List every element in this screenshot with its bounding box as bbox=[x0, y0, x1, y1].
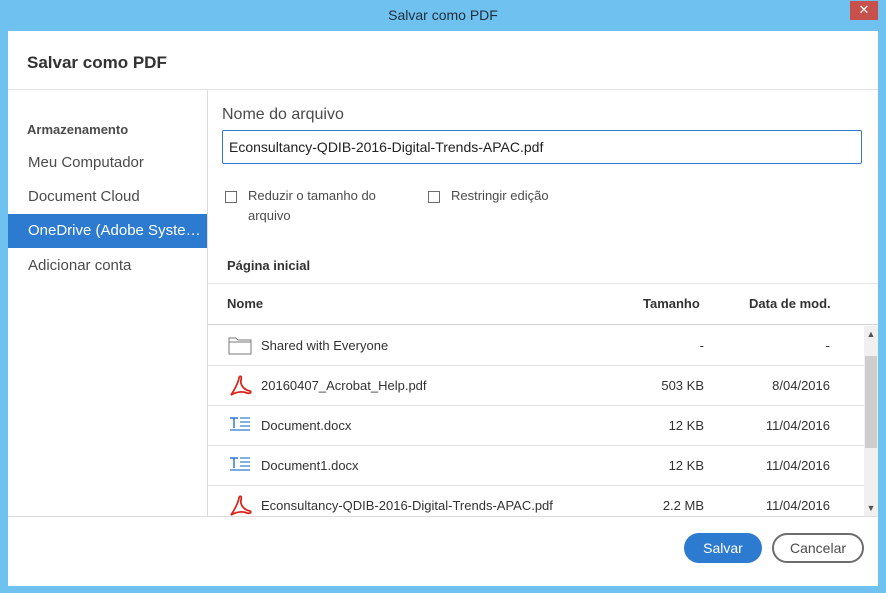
table-row[interactable]: Document.docx 12 KB 11/04/2016 bbox=[208, 406, 864, 446]
table-row[interactable]: Econsultancy-QDIB-2016-Digital-Trends-AP… bbox=[208, 486, 864, 516]
folder-icon bbox=[228, 335, 252, 357]
sidebar-item-document-cloud[interactable]: Document Cloud bbox=[8, 180, 207, 214]
dialog-header: Salvar como PDF bbox=[8, 31, 878, 90]
file-date: - bbox=[825, 338, 830, 353]
file-name: Econsultancy-QDIB-2016-Digital-Trends-AP… bbox=[261, 498, 553, 513]
file-name: Document1.docx bbox=[261, 458, 359, 473]
sidebar-item-onedrive[interactable]: OneDrive (Adobe Systems) bbox=[8, 214, 207, 248]
table-row[interactable]: 20160407_Acrobat_Help.pdf 503 KB 8/04/20… bbox=[208, 366, 864, 406]
reduce-size-label-line2: arquivo bbox=[248, 208, 291, 223]
file-list: Shared with Everyone - - 20160407_Acroba… bbox=[208, 326, 864, 516]
reduce-size-checkbox[interactable] bbox=[225, 191, 237, 203]
reduce-size-label-line1: Reduzir o tamanho do bbox=[248, 188, 376, 203]
file-name: 20160407_Acrobat_Help.pdf bbox=[261, 378, 427, 393]
sidebar-item-my-computer[interactable]: Meu Computador bbox=[8, 146, 207, 180]
dialog-footer: Salvar Cancelar bbox=[8, 516, 878, 586]
file-date: 8/04/2016 bbox=[772, 378, 830, 393]
table-row[interactable]: Document1.docx 12 KB 11/04/2016 bbox=[208, 446, 864, 486]
title-bar: Salvar como PDF ✕ bbox=[0, 0, 886, 31]
storage-section-label: Armazenamento bbox=[27, 122, 129, 137]
scroll-thumb[interactable] bbox=[865, 356, 877, 448]
restrict-editing-checkbox[interactable] bbox=[428, 191, 440, 203]
file-name: Shared with Everyone bbox=[261, 338, 389, 353]
close-button[interactable]: ✕ bbox=[850, 1, 878, 20]
file-list-scrollbar[interactable]: ▲ ▼ bbox=[864, 326, 878, 516]
sidebar-item-add-account[interactable]: Adicionar conta bbox=[8, 249, 207, 283]
table-row[interactable]: Shared with Everyone - - bbox=[208, 326, 864, 366]
docx-icon bbox=[228, 415, 252, 437]
dialog-window: Salvar como PDF Armazenamento Meu Comput… bbox=[8, 31, 878, 586]
reduce-size-label: Reduzir o tamanho do arquivo bbox=[248, 186, 376, 226]
save-panel: Nome do arquivo Reduzir o tamanho do arq… bbox=[208, 90, 878, 516]
file-size: 12 KB bbox=[668, 458, 704, 473]
file-date: 11/04/2016 bbox=[765, 498, 830, 513]
column-size[interactable]: Tamanho bbox=[643, 296, 700, 311]
save-button[interactable]: Salvar bbox=[684, 533, 762, 563]
file-table-header: Nome Tamanho Data de mod. bbox=[208, 283, 878, 325]
column-date[interactable]: Data de mod. bbox=[749, 296, 831, 311]
docx-icon bbox=[228, 455, 252, 477]
cancel-button[interactable]: Cancelar bbox=[772, 533, 864, 563]
storage-sidebar: Armazenamento Meu Computador Document Cl… bbox=[8, 90, 208, 516]
file-name: Document.docx bbox=[261, 418, 352, 433]
file-date: 11/04/2016 bbox=[765, 418, 830, 433]
location-label: Página inicial bbox=[227, 258, 311, 273]
file-size: 503 KB bbox=[661, 378, 704, 393]
pdf-icon bbox=[228, 375, 252, 397]
file-size: 2.2 MB bbox=[662, 498, 704, 513]
filename-input[interactable] bbox=[222, 130, 862, 164]
window-title: Salvar como PDF bbox=[388, 7, 498, 23]
restrict-editing-label: Restringir edição bbox=[451, 188, 549, 203]
file-date: 11/04/2016 bbox=[765, 458, 830, 473]
filename-label: Nome do arquivo bbox=[222, 106, 344, 123]
file-size: 12 KB bbox=[668, 418, 704, 433]
scroll-up-icon[interactable]: ▲ bbox=[864, 328, 878, 340]
column-name[interactable]: Nome bbox=[227, 296, 263, 311]
pdf-icon bbox=[228, 495, 252, 516]
dialog-heading: Salvar como PDF bbox=[27, 53, 167, 72]
file-size: - bbox=[699, 338, 704, 353]
scroll-down-icon[interactable]: ▼ bbox=[864, 502, 878, 514]
